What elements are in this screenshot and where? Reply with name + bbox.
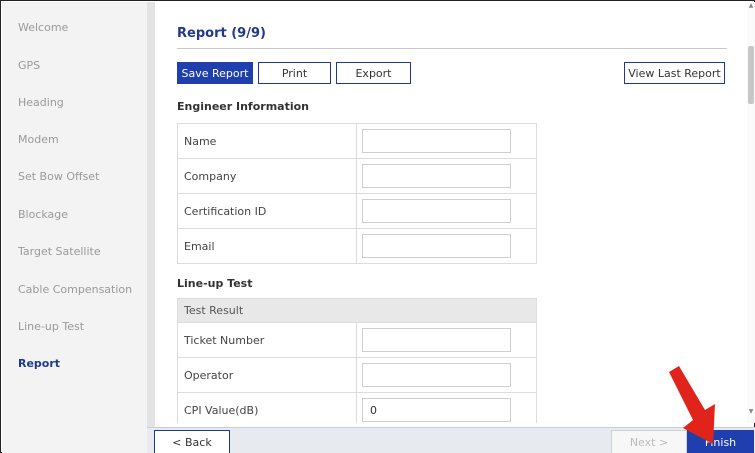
view-last-report-button[interactable]: View Last Report xyxy=(624,62,725,84)
sidebar-divider xyxy=(147,2,155,427)
sidebar-item-set-bow-offset[interactable]: Set Bow Offset xyxy=(18,170,99,183)
form-row: Company xyxy=(177,158,537,194)
sidebar-item-line-up-test[interactable]: Line-up Test xyxy=(18,320,84,333)
form-row: Certification ID xyxy=(177,193,537,229)
form-row: Name xyxy=(177,123,537,159)
page-title: Report (9/9) xyxy=(177,26,266,41)
sidebar-item-target-satellite[interactable]: Target Satellite xyxy=(18,245,101,258)
engineer-information-table: Name Company Certification ID Email xyxy=(177,123,537,264)
sidebar: Welcome GPS Heading Modem Set Bow Offset… xyxy=(2,2,147,453)
sidebar-item-gps[interactable]: GPS xyxy=(18,59,40,72)
sidebar-item-report[interactable]: Report xyxy=(18,357,60,370)
sidebar-item-cable-compensation[interactable]: Cable Compensation xyxy=(18,283,132,296)
operator-field[interactable] xyxy=(362,363,511,387)
name-label: Name xyxy=(177,123,357,159)
export-button[interactable]: Export xyxy=(336,62,411,84)
main-panel: Report (9/9) Save Report Print Export Vi… xyxy=(155,2,747,423)
form-row: Operator xyxy=(177,357,537,393)
email-field[interactable] xyxy=(362,234,511,258)
certification-id-label: Certification ID xyxy=(177,193,357,229)
sidebar-item-welcome[interactable]: Welcome xyxy=(18,21,68,34)
scroll-up-icon[interactable]: ▲ xyxy=(747,2,755,10)
company-label: Company xyxy=(177,158,357,194)
back-button[interactable]: < Back xyxy=(154,430,230,453)
print-button[interactable]: Print xyxy=(258,62,331,84)
test-result-group-row: Test Result xyxy=(177,298,537,323)
ticket-number-label: Ticket Number xyxy=(177,322,357,358)
cpi-value-field[interactable]: 0 xyxy=(362,398,511,422)
sidebar-item-blockage[interactable]: Blockage xyxy=(18,208,68,221)
sidebar-item-heading[interactable]: Heading xyxy=(18,96,64,109)
line-up-test-heading: Line-up Test xyxy=(177,277,253,290)
certification-id-field[interactable] xyxy=(362,199,511,223)
scroll-down-icon[interactable]: ▼ xyxy=(747,408,755,416)
form-row: CPI Value(dB) 0 xyxy=(177,392,537,423)
scrollbar-thumb[interactable] xyxy=(748,46,754,104)
email-label: Email xyxy=(177,228,357,264)
save-report-button[interactable]: Save Report xyxy=(177,62,253,84)
company-field[interactable] xyxy=(362,164,511,188)
form-row: Email xyxy=(177,228,537,264)
ticket-number-field[interactable] xyxy=(362,328,511,352)
test-result-label: Test Result xyxy=(177,298,537,323)
red-arrow-icon xyxy=(669,366,715,444)
vertical-scrollbar[interactable]: ▲ ▼ xyxy=(747,2,755,423)
form-row: Ticket Number xyxy=(177,322,537,358)
engineer-information-heading: Engineer Information xyxy=(177,100,309,113)
cpi-value-label: CPI Value(dB) xyxy=(177,392,357,423)
name-field[interactable] xyxy=(362,129,511,153)
line-up-test-table: Test Result Ticket Number Operator CPI V… xyxy=(177,298,537,423)
sidebar-item-modem[interactable]: Modem xyxy=(18,133,59,146)
title-divider xyxy=(177,48,727,49)
wizard-window: Welcome GPS Heading Modem Set Bow Offset… xyxy=(0,0,755,453)
operator-label: Operator xyxy=(177,357,357,393)
